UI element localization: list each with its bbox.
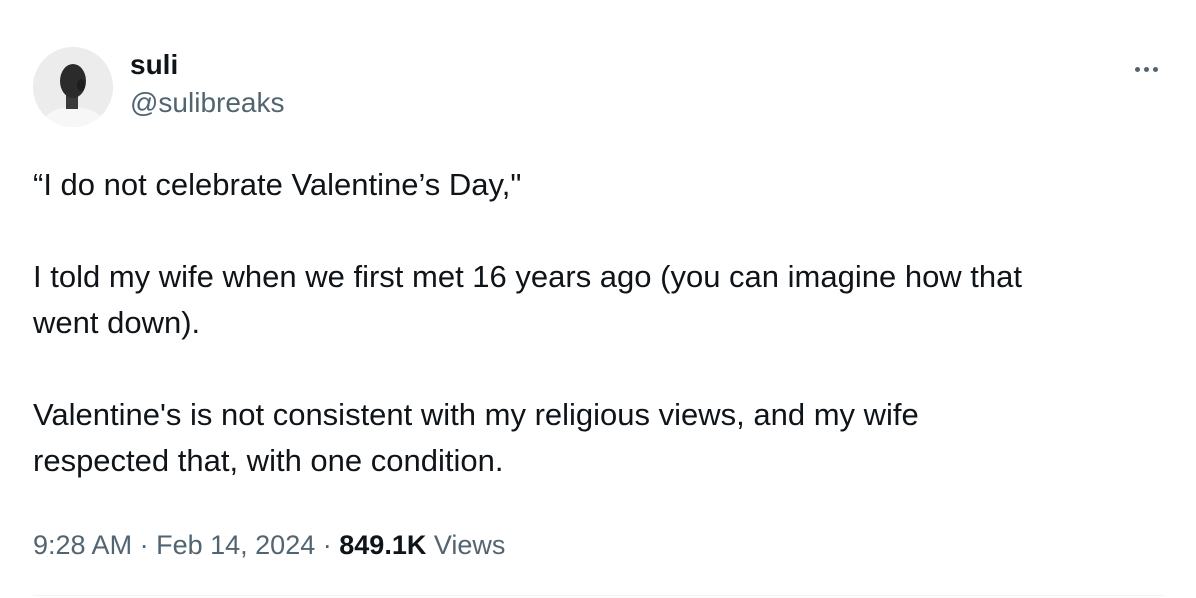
tweet-text: “I do not celebrate Valentine’s Day," I … — [33, 162, 1163, 484]
divider — [33, 595, 1163, 596]
avatar[interactable] — [33, 47, 113, 127]
author-handle[interactable]: @sulibreaks — [130, 85, 284, 121]
tweet-card: suli @sulibreaks “I do not celebrate Val… — [0, 0, 1196, 598]
more-horizontal-icon-dot — [1152, 66, 1158, 72]
tweet-date: Feb 14, 2024 — [156, 530, 316, 560]
tweet-time-link[interactable]: 9:28 AM · Feb 14, 2024 — [33, 530, 315, 560]
meta-separator: · — [322, 530, 332, 560]
tweet-time: 9:28 AM — [33, 530, 133, 560]
tweet-paragraph: “I do not celebrate Valentine’s Day," — [33, 162, 1163, 208]
views-label: Views — [433, 530, 506, 560]
meta-separator: · — [139, 530, 149, 560]
avatar-image — [33, 47, 113, 127]
tweet-line: Valentine's is not consistent with my re… — [33, 397, 919, 432]
tweet-metadata: 9:28 AM · Feb 14, 2024 · 849.1K Views — [33, 527, 505, 563]
tweet-line: “I do not celebrate Valentine’s Day," — [33, 167, 522, 202]
tweet-line: went down). — [33, 305, 201, 340]
views-link[interactable]: 849.1K Views — [339, 530, 505, 560]
more-horizontal-icon — [1134, 66, 1140, 72]
more-options-button[interactable] — [1128, 57, 1164, 81]
tweet-paragraph: Valentine's is not consistent with my re… — [33, 392, 1163, 484]
tweet-line: respected that, with one condition. — [33, 443, 504, 478]
tweet-header: suli @sulibreaks — [33, 47, 284, 127]
tweet-line: I told my wife when we first met 16 year… — [33, 259, 1023, 294]
author-display-name[interactable]: suli — [130, 47, 284, 83]
more-horizontal-icon-dot — [1143, 66, 1149, 72]
tweet-paragraph: I told my wife when we first met 16 year… — [33, 254, 1163, 346]
author-names: suli @sulibreaks — [130, 49, 284, 121]
views-count: 849.1K — [339, 530, 427, 560]
